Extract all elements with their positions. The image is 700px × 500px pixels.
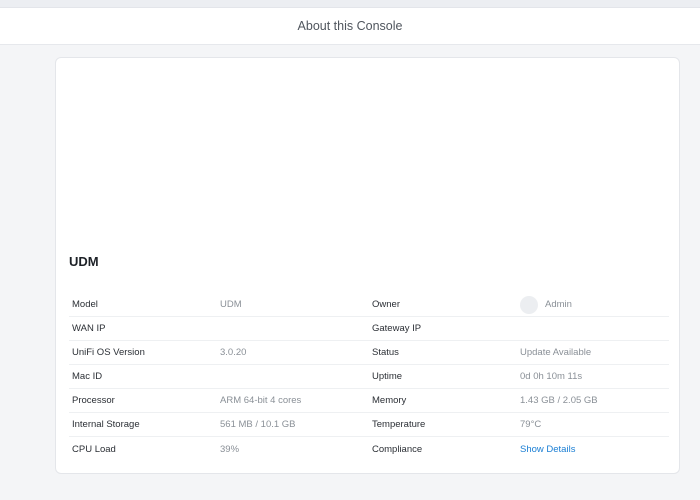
- value-uptime: 0d 0h 10m 11s: [520, 371, 583, 382]
- label-os-version: UniFi OS Version: [72, 347, 145, 358]
- label-owner: Owner: [372, 299, 400, 310]
- label-uptime: Uptime: [372, 371, 403, 382]
- label-cpu-load: CPU Load: [72, 443, 116, 455]
- value-processor: ARM 64-bit 4 cores: [220, 395, 302, 406]
- value-compliance: Show Details: [520, 444, 669, 455]
- info-table: Model UDM Owner Admin WAN IP Gateway IP …: [69, 293, 669, 461]
- value-internal-storage: 561 MB / 10.1 GB: [220, 419, 296, 430]
- info-row-os-version: UniFi OS Version 3.0.20 Status Update Av…: [69, 341, 669, 365]
- console-info-card: UDM Model UDM Owner Admin WAN IP Gateway…: [55, 57, 680, 474]
- info-row-model: Model UDM Owner Admin: [69, 293, 669, 317]
- label-mac-id: Mac ID: [72, 371, 103, 382]
- device-name: UDM: [69, 254, 99, 269]
- label-model: Model: [72, 299, 98, 310]
- info-row-mac-id: Mac ID Uptime 0d 0h 10m 11s: [69, 365, 669, 389]
- device-image-area: [56, 58, 679, 238]
- top-strip: [0, 0, 700, 8]
- owner-name: Admin: [545, 299, 572, 310]
- info-row-cpu-load: CPU Load 39% Compliance Show Details: [69, 437, 669, 461]
- value-memory: 1.43 GB / 2.05 GB: [520, 395, 598, 406]
- value-os-version: 3.0.20: [220, 347, 247, 358]
- info-row-internal-storage: Internal Storage 561 MB / 10.1 GB Temper…: [69, 413, 669, 437]
- label-internal-storage: Internal Storage: [72, 419, 140, 430]
- show-details-link[interactable]: Show Details: [520, 444, 575, 455]
- value-owner: Admin: [520, 295, 669, 314]
- value-model: UDM: [220, 299, 242, 310]
- label-processor: Processor: [72, 395, 115, 406]
- label-gateway-ip: Gateway IP: [372, 323, 422, 334]
- page-header: About this Console: [0, 8, 700, 45]
- avatar-icon: [520, 295, 538, 314]
- label-wan-ip: WAN IP: [72, 323, 106, 334]
- value-status: Update Available: [520, 347, 592, 358]
- info-row-wan-ip: WAN IP Gateway IP: [69, 317, 669, 341]
- value-cpu-load: 39%: [220, 443, 240, 455]
- value-temperature: 79°C: [520, 419, 542, 430]
- page-title: About this Console: [297, 19, 403, 33]
- label-memory: Memory: [372, 395, 407, 406]
- label-temperature: Temperature: [372, 419, 426, 430]
- label-compliance: Compliance: [372, 443, 423, 455]
- label-status: Status: [372, 347, 399, 358]
- info-row-processor: Processor ARM 64-bit 4 cores Memory 1.43…: [69, 389, 669, 413]
